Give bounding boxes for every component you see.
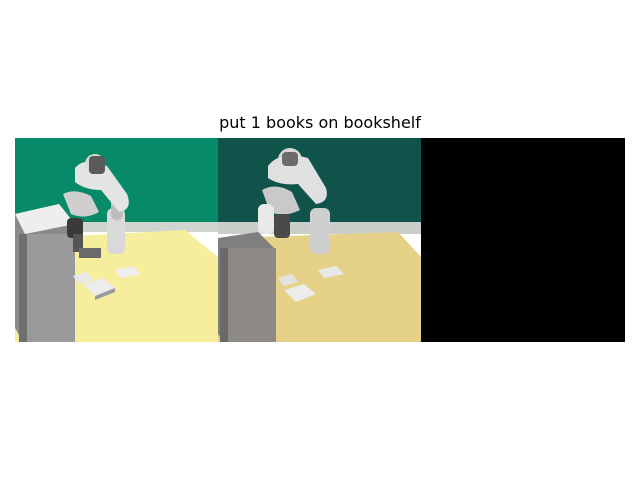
robot-scene-image-2 bbox=[218, 138, 422, 342]
figure-title: put 1 books on bookshelf bbox=[219, 113, 421, 132]
panel-simulated-render bbox=[15, 138, 219, 342]
robot-scene-image-1 bbox=[15, 138, 219, 342]
figure: put 1 books on bookshelf bbox=[0, 0, 640, 480]
panel-generated-frame bbox=[218, 138, 422, 342]
panel-blank bbox=[421, 138, 625, 342]
